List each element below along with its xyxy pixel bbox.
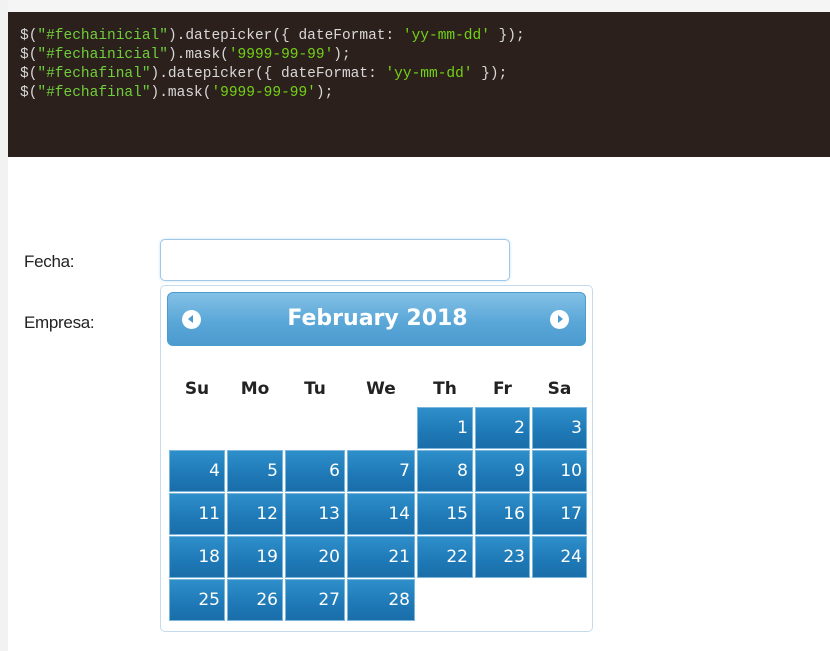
code-snippet: $("#fechainicial").datepicker({ dateForm… — [8, 12, 830, 157]
code-token: ).datepicker({ dateFormat: — [167, 28, 403, 44]
code-token: "#fechafinal" — [37, 85, 151, 101]
page-left-border — [0, 0, 8, 651]
code-token: $( — [20, 66, 38, 82]
code-token: }); — [472, 66, 508, 82]
calendar-day[interactable]: 9 — [475, 450, 530, 492]
calendar-day[interactable]: 28 — [347, 579, 415, 621]
calendar-day[interactable]: 17 — [532, 493, 587, 535]
calendar-day[interactable]: 18 — [169, 536, 225, 578]
datepicker-popup: February 2018 Su Mo Tu We Th Fr Sa 1 2 3 4 5 6 7 8 9 10 1… — [160, 285, 593, 632]
calendar-day[interactable]: 6 — [285, 450, 345, 492]
code-token: $( — [20, 85, 38, 101]
calendar-day[interactable]: 20 — [285, 536, 345, 578]
month-year-title: February 2018 — [287, 306, 468, 331]
fecha-input[interactable] — [160, 239, 510, 281]
weekday-header-th: Th — [433, 379, 457, 399]
code-token: }); — [489, 28, 525, 44]
calendar-day[interactable]: 1 — [417, 407, 473, 449]
code-token: '9999-99-99' — [228, 47, 334, 63]
weekday-header-sa: Sa — [547, 379, 572, 399]
code-token: "#fechafinal" — [37, 66, 151, 82]
calendar-day[interactable]: 22 — [417, 536, 473, 578]
calendar-day[interactable]: 4 — [169, 450, 225, 492]
calendar-day[interactable]: 21 — [347, 536, 415, 578]
prev-month-icon[interactable] — [182, 310, 201, 329]
calendar-day[interactable]: 8 — [417, 450, 473, 492]
weekday-header-tu: Tu — [304, 379, 326, 399]
code-token: ); — [315, 85, 334, 101]
calendar-day[interactable]: 13 — [285, 493, 345, 535]
code-token: 'yy-mm-dd' — [385, 66, 473, 82]
calendar-day[interactable]: 25 — [169, 579, 225, 621]
datepicker-header: February 2018 — [167, 292, 586, 346]
code-line: $("#fechainicial").datepicker({ dateForm… — [20, 27, 830, 46]
code-token: ).mask( — [150, 85, 212, 101]
code-token: "#fechainicial" — [37, 28, 168, 44]
calendar-day[interactable]: 5 — [227, 450, 283, 492]
code-token: ); — [333, 47, 351, 63]
calendar-day[interactable]: 14 — [347, 493, 415, 535]
page-top-border — [0, 0, 830, 12]
weekday-header-fr: Fr — [493, 379, 512, 399]
calendar-day[interactable]: 12 — [227, 493, 283, 535]
weekday-header-su: Su — [184, 379, 210, 399]
code-token: '9999-99-99' — [211, 85, 316, 101]
calendar-day[interactable]: 15 — [417, 493, 473, 535]
calendar-day[interactable]: 23 — [475, 536, 530, 578]
fecha-label: Fecha: — [24, 252, 75, 271]
calendar-day[interactable]: 24 — [532, 536, 587, 578]
code-token: 'yy-mm-dd' — [402, 28, 490, 44]
code-token: $( — [20, 28, 38, 44]
next-month-icon[interactable] — [550, 310, 569, 329]
calendar-day[interactable]: 26 — [227, 579, 283, 621]
code-token: ).datepicker({ dateFormat: — [150, 66, 386, 82]
code-line: $("#fechafinal").datepicker({ dateFormat… — [20, 65, 830, 84]
calendar-day[interactable]: 16 — [475, 493, 530, 535]
weekday-header-mo: Mo — [240, 379, 270, 399]
code-line: $("#fechainicial").mask('9999-99-99'); — [20, 46, 830, 65]
calendar-day[interactable]: 27 — [285, 579, 345, 621]
calendar-day[interactable]: 3 — [532, 407, 587, 449]
empresa-label: Empresa: — [24, 313, 95, 332]
calendar-day[interactable]: 10 — [532, 450, 587, 492]
code-token: ).mask( — [167, 47, 229, 63]
calendar-day[interactable]: 2 — [475, 407, 530, 449]
weekday-header-we: We — [366, 379, 396, 399]
code-line: $("#fechafinal").mask('9999-99-99'); — [20, 84, 830, 103]
calendar-day[interactable]: 19 — [227, 536, 283, 578]
calendar-day[interactable]: 11 — [169, 493, 225, 535]
code-token: "#fechainicial" — [37, 47, 168, 63]
code-token: $( — [20, 47, 38, 63]
calendar-day[interactable]: 7 — [347, 450, 415, 492]
